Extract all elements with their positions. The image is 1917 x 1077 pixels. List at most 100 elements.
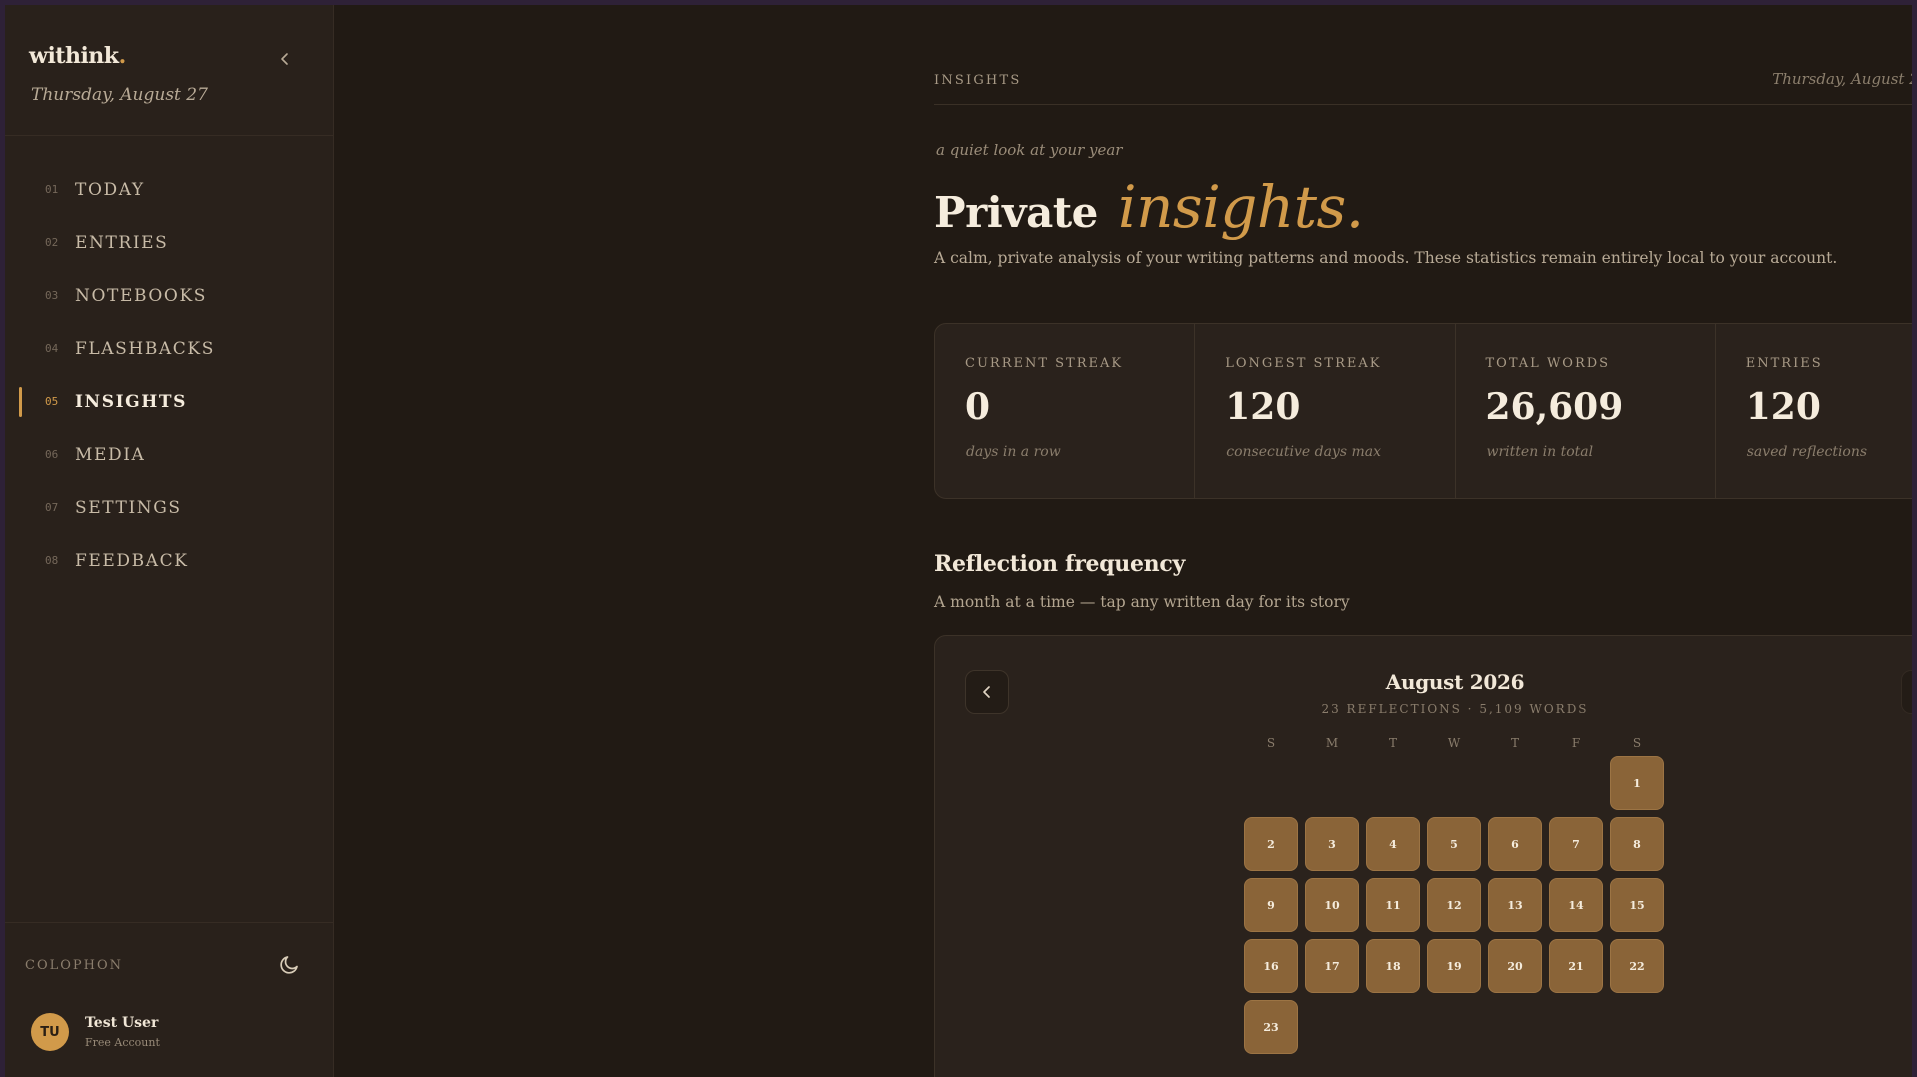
- nav-number: 04: [45, 342, 59, 355]
- nav-label: FLASHBACKS: [75, 338, 215, 359]
- section-subtitle: A month at a time — tap any written day …: [934, 593, 1350, 611]
- nav-number: 08: [45, 554, 59, 567]
- sidebar-nav: 01 TODAY 02 ENTRIES 03 NOTEBOOKS 04 FLASHBAC…: [5, 163, 333, 587]
- logo[interactable]: withink.: [29, 43, 126, 69]
- sidebar-item-flashbacks[interactable]: 04 FLASHBACKS: [5, 322, 333, 375]
- stat-value: 120: [1225, 386, 1301, 428]
- collapse-sidebar-button[interactable]: [275, 49, 295, 69]
- calendar-day[interactable]: 17: [1305, 939, 1359, 993]
- sidebar: withink. Thursday, August 27 01 TODAY 02 E…: [5, 5, 334, 1077]
- calendar-day[interactable]: 23: [1244, 1000, 1298, 1054]
- sidebar-item-entries[interactable]: 02 ENTRIES: [5, 216, 333, 269]
- weekday-label: F: [1571, 736, 1581, 750]
- page-title-accent: insights.: [1118, 173, 1364, 241]
- calendar-month: August 2026: [1385, 670, 1525, 694]
- breadcrumb: INSIGHTS: [934, 73, 1022, 88]
- weekday-label: T: [1388, 736, 1397, 750]
- moon-icon: [280, 956, 298, 974]
- calendar-day[interactable]: 7: [1549, 817, 1603, 871]
- section-title: Reflection frequency: [934, 551, 1185, 577]
- calendar-day[interactable]: 16: [1244, 939, 1298, 993]
- user-name[interactable]: Test User: [85, 1015, 158, 1031]
- sidebar-footer: COLOPHON TU Test User Free Account: [5, 922, 333, 1077]
- stat-label: TOTAL WORDS: [1485, 356, 1611, 371]
- nav-number: 05: [45, 395, 59, 408]
- page-title-main: Private: [934, 188, 1098, 237]
- stat-caption: days in a row: [966, 444, 1061, 460]
- weekday-label: S: [1632, 736, 1642, 750]
- sidebar-item-settings[interactable]: 07 SETTINGS: [5, 481, 333, 534]
- stat-caption: saved reflections: [1746, 444, 1868, 460]
- calendar-day[interactable]: 22: [1610, 939, 1664, 993]
- nav-number: 01: [45, 183, 59, 196]
- nav-label: SETTINGS: [75, 497, 182, 518]
- nav-label: FEEDBACK: [75, 550, 189, 571]
- calendar-day[interactable]: 1: [1610, 756, 1664, 810]
- stat-caption: written in total: [1486, 444, 1594, 460]
- calendar-day[interactable]: 8: [1610, 817, 1664, 871]
- weekday-label: M: [1325, 736, 1339, 750]
- stat-value: 0: [965, 386, 991, 428]
- calendar-day[interactable]: 21: [1549, 939, 1603, 993]
- main-content: INSIGHTS Thursday, August 27, 2026 a qui…: [334, 5, 1912, 1077]
- nav-number: 06: [45, 448, 59, 461]
- calendar-day[interactable]: 20: [1488, 939, 1542, 993]
- sidebar-item-insights[interactable]: 05 INSIGHTS: [5, 375, 333, 428]
- weekday-label: T: [1510, 736, 1519, 750]
- nav-number: 02: [45, 236, 59, 249]
- calendar-day[interactable]: 2: [1244, 817, 1298, 871]
- sidebar-item-notebooks[interactable]: 03 NOTEBOOKS: [5, 269, 333, 322]
- page-header: INSIGHTS Thursday, August 27, 2026: [934, 65, 1912, 105]
- colophon-label: COLOPHON: [25, 958, 124, 973]
- calendar-day[interactable]: 4: [1366, 817, 1420, 871]
- nav-label: MEDIA: [75, 444, 146, 465]
- stat-total-words: TOTAL WORDS 26,609 written in total: [1456, 324, 1716, 498]
- sidebar-item-today[interactable]: 01 TODAY: [5, 163, 333, 216]
- calendar-day[interactable]: 12: [1427, 878, 1481, 932]
- user-plan: Free Account: [85, 1036, 160, 1049]
- nav-number: 07: [45, 501, 59, 514]
- sidebar-item-feedback[interactable]: 08 FEEDBACK: [5, 534, 333, 587]
- nav-number: 03: [45, 289, 59, 302]
- stat-value: 26,609: [1485, 386, 1624, 428]
- nav-label: NOTEBOOKS: [75, 285, 207, 306]
- nav-label: INSIGHTS: [75, 391, 188, 412]
- page-description: A calm, private analysis of your writing…: [934, 249, 1838, 267]
- calendar-day[interactable]: 14: [1549, 878, 1603, 932]
- stat-current-streak: CURRENT STREAK 0 days in a row: [935, 324, 1196, 498]
- calendar-summary: 23 REFLECTIONS · 5,109 WORDS: [1321, 702, 1589, 716]
- logo-dot: .: [118, 43, 127, 69]
- page-kicker: a quiet look at your year: [936, 141, 1123, 159]
- stats-card: CURRENT STREAK 0 days in a row LONGEST S…: [934, 323, 1912, 499]
- stat-caption: consecutive days max: [1226, 444, 1381, 460]
- calendar-day[interactable]: 15: [1610, 878, 1664, 932]
- stat-entries: ENTRIES 120 saved reflections: [1716, 324, 1912, 498]
- calendar-day[interactable]: 5: [1427, 817, 1481, 871]
- sidebar-item-media[interactable]: 06 MEDIA: [5, 428, 333, 481]
- avatar[interactable]: TU: [31, 1013, 69, 1051]
- stat-longest-streak: LONGEST STREAK 120 consecutive days max: [1195, 324, 1456, 498]
- calendar-day[interactable]: 3: [1305, 817, 1359, 871]
- calendar-day[interactable]: 19: [1427, 939, 1481, 993]
- calendar-day[interactable]: 13: [1488, 878, 1542, 932]
- stat-value: 120: [1745, 386, 1821, 428]
- weekday-label: W: [1447, 736, 1461, 750]
- weekday-label: S: [1266, 736, 1276, 750]
- sidebar-date: Thursday, August 27: [31, 85, 208, 105]
- next-month-button[interactable]: [1901, 670, 1912, 714]
- app-window: withink. Thursday, August 27 01 TODAY 02 E…: [5, 5, 1912, 1077]
- calendar-day[interactable]: 9: [1244, 878, 1298, 932]
- calendar-day[interactable]: 10: [1305, 878, 1359, 932]
- header-date: Thursday, August 27, 2026: [1772, 70, 1912, 88]
- calendar-card: August 2026 23 REFLECTIONS · 5,109 WORDS…: [934, 635, 1912, 1077]
- nav-label: TODAY: [75, 179, 145, 200]
- logo-text: withink: [29, 43, 119, 69]
- calendar-day[interactable]: 18: [1366, 939, 1420, 993]
- calendar-day[interactable]: 6: [1488, 817, 1542, 871]
- brand-block: withink. Thursday, August 27: [5, 5, 333, 136]
- page-title: Private insights.: [934, 173, 1364, 241]
- theme-toggle-button[interactable]: [277, 951, 303, 977]
- stat-label: LONGEST STREAK: [1225, 356, 1382, 371]
- chevron-left-icon: [281, 53, 288, 65]
- calendar-day[interactable]: 11: [1366, 878, 1420, 932]
